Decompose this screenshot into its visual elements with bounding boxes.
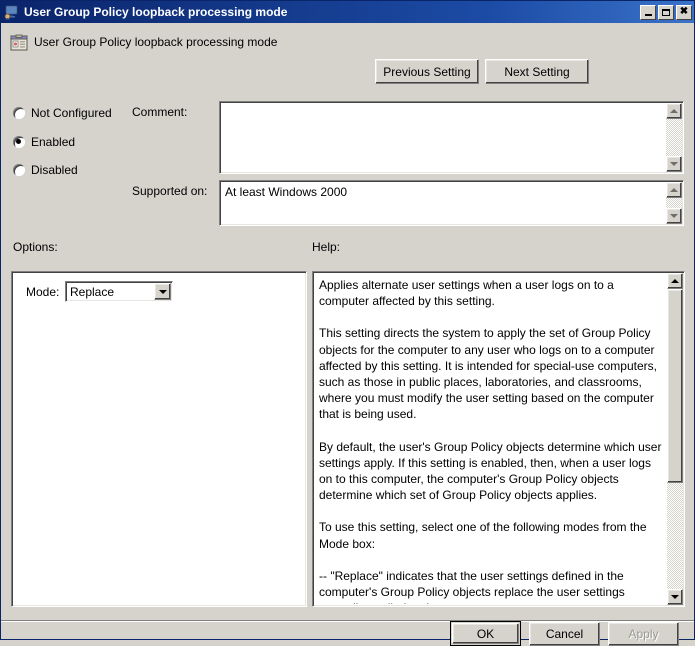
scroll-up-arrow-icon[interactable] [667,273,683,289]
help-text: Applies alternate user settings when a u… [319,277,663,604]
policy-setting-icon [10,34,28,52]
help-paragraph: -- "Replace" indicates that the user set… [319,568,625,604]
scroll-down-arrow-icon[interactable] [666,156,682,172]
help-label: Help: [312,240,341,254]
window-title: User Group Policy loopback processing mo… [24,5,288,19]
close-icon[interactable]: ✖ [676,4,692,20]
supported-on-label: Supported on: [132,184,208,198]
help-paragraph: To use this setting, select one of the f… [319,520,647,551]
help-paragraph: Applies alternate user settings when a u… [319,278,614,309]
setting-header: User Group Policy loopback processing mo… [1,31,694,63]
scroll-track[interactable] [666,119,682,156]
apply-button: Apply [608,622,679,646]
scroll-track[interactable] [666,198,682,208]
ok-button-label: OK [452,623,519,644]
mode-value: Replace [70,284,115,299]
ok-button[interactable]: OK [450,621,521,646]
scroll-up-arrow-icon[interactable] [666,182,682,198]
maximize-button[interactable] [658,4,674,20]
radio-indicator [13,164,25,176]
mode-label: Mode: [26,285,60,299]
minimize-button[interactable] [640,4,656,20]
radio-label: Enabled [31,135,76,149]
help-paragraph: By default, the user's Group Policy obje… [319,439,662,503]
help-scrollbar[interactable] [667,273,683,605]
options-panel: Mode: Replace [11,271,307,607]
computer-policy-icon [4,4,20,20]
title-bar: User Group Policy loopback processing mo… [1,1,694,23]
options-label: Options: [13,240,58,254]
next-setting-button[interactable]: Next Setting [485,59,589,84]
chevron-down-icon[interactable] [154,283,171,300]
comment-scrollbar[interactable] [666,103,682,172]
scroll-down-arrow-icon[interactable] [666,208,682,224]
radio-not-configured[interactable]: Not Configured [13,106,112,120]
scroll-track[interactable] [667,289,683,589]
radio-enabled[interactable]: Enabled [13,135,75,149]
radio-indicator [13,107,25,119]
help-panel: Applies alternate user settings when a u… [312,271,685,607]
window-controls: ✖ [640,4,692,20]
scroll-thumb[interactable] [667,289,683,483]
dialog-client-area: User Group Policy loopback processing mo… [1,23,694,646]
radio-label: Disabled [31,163,78,177]
help-paragraph: This setting directs the system to apply… [319,326,657,422]
supported-on-value: At least Windows 2000 [225,185,348,199]
radio-disabled[interactable]: Disabled [13,163,78,177]
radio-label: Not Configured [31,106,112,120]
scroll-up-arrow-icon[interactable] [666,103,682,119]
comment-label: Comment: [132,105,188,119]
scroll-down-arrow-icon[interactable] [667,589,683,605]
group-policy-setting-dialog: User Group Policy loopback processing mo… [0,0,695,646]
cancel-button[interactable]: Cancel [529,622,600,646]
comment-field[interactable] [219,101,684,174]
setting-title: User Group Policy loopback processing mo… [34,35,278,49]
previous-setting-button[interactable]: Previous Setting [375,59,479,84]
supported-on-scrollbar[interactable] [666,182,682,224]
mode-dropdown[interactable]: Replace [65,281,173,302]
radio-indicator [13,136,25,148]
supported-on-field[interactable]: At least Windows 2000 [219,180,684,226]
